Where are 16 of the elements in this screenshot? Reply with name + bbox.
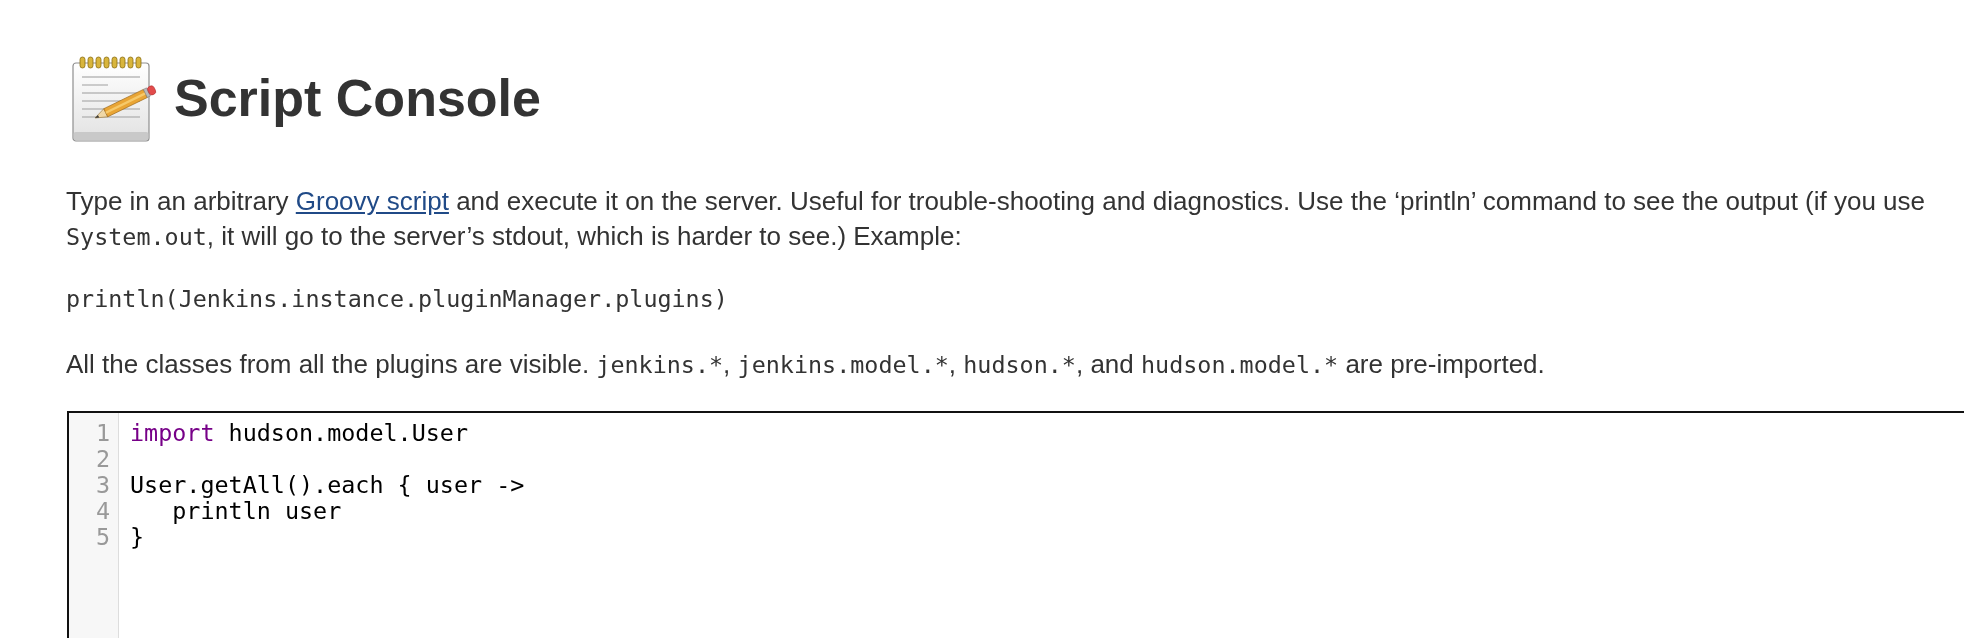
line-number: 3 xyxy=(95,472,110,498)
line-number: 4 xyxy=(95,498,110,524)
code-line: println user xyxy=(172,498,342,524)
note-text: All the classes from all the plugins are visible. jenkins.*, jenkins.model.*, hudson.*, and hudson.model.* are pre-imported. xyxy=(66,348,1546,381)
script-link[interactable]: Groovy script xyxy=(295,186,449,216)
notepad-pencil-icon xyxy=(70,56,158,142)
line-number: 1 xyxy=(95,420,110,446)
description-text: Type in an arbitrary Groovy script and execute it on the server. Useful for trouble-shooting and diagnostics. Use the ‘println’ command to see the output (if you use System.out, it will go to the server’s stdout, which is harder to see.) Example: xyxy=(66,185,1927,253)
line-number: 5 xyxy=(95,524,110,550)
example-code: println(Jenkins.instance.pluginManager.plugins) xyxy=(66,284,728,315)
script-editor[interactable]: 1 2 3 4 5 import hudson.model.User User.getAll().each { user -> println user } xyxy=(67,411,1964,638)
code-line: } xyxy=(130,524,145,550)
code-line: User.getAll().each { user -> xyxy=(130,472,525,498)
line-number: 2 xyxy=(95,446,110,472)
code-line: import hudson.model.User xyxy=(130,420,468,446)
page-title: Script Console xyxy=(174,69,541,129)
